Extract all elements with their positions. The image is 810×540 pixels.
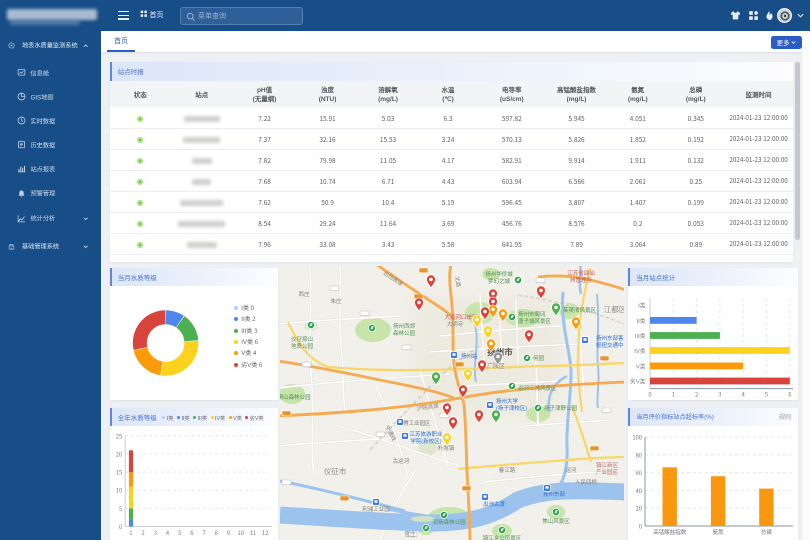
svg-text:II类: II类 bbox=[637, 316, 646, 325]
svg-text:100: 100 bbox=[633, 433, 643, 442]
svg-text:古运河: 古运河 bbox=[393, 457, 410, 465]
svg-text:西庄: 西庄 bbox=[298, 290, 310, 298]
svg-text:高锰酸盐指数: 高锰酸盐指数 bbox=[653, 528, 687, 536]
svg-text:0: 0 bbox=[119, 522, 122, 531]
svg-text:2: 2 bbox=[695, 390, 698, 399]
svg-text:60: 60 bbox=[636, 468, 642, 477]
svg-text:人民四桥: 人民四桥 bbox=[575, 478, 598, 486]
svg-text:何园: 何园 bbox=[533, 354, 545, 362]
svg-text:12: 12 bbox=[262, 528, 268, 537]
svg-text:10: 10 bbox=[116, 486, 122, 495]
svg-text:25: 25 bbox=[116, 431, 122, 440]
svg-text:枢纽交通中心: 枢纽交通中心 bbox=[596, 341, 624, 349]
svg-text:(扬子津校区): (扬子津校区) bbox=[496, 404, 527, 412]
svg-text:地质公园: 地质公园 bbox=[291, 342, 314, 350]
svg-text:1: 1 bbox=[129, 528, 132, 537]
svg-text:劣V类: 劣V类 bbox=[630, 376, 646, 385]
svg-text:4: 4 bbox=[742, 390, 746, 399]
svg-text:运河: 运河 bbox=[565, 466, 577, 474]
svg-text:朱庄: 朱庄 bbox=[330, 297, 342, 305]
svg-text:利浦工业园: 利浦工业园 bbox=[362, 505, 390, 513]
svg-text:0: 0 bbox=[649, 390, 652, 399]
svg-text:15: 15 bbox=[116, 468, 122, 477]
svg-text:扬子津野公园: 扬子津野公园 bbox=[544, 404, 578, 412]
svg-text:运河三湾风景区: 运河三湾风景区 bbox=[518, 384, 557, 392]
svg-text:铜山森林公园: 铜山森林公园 bbox=[280, 393, 311, 401]
svg-text:III类: III类 bbox=[635, 331, 646, 340]
svg-text:扬州站: 扬州站 bbox=[461, 352, 478, 360]
svg-text:IV类: IV类 bbox=[634, 346, 645, 355]
svg-text:森林公园: 森林公园 bbox=[393, 329, 416, 337]
svg-text:0: 0 bbox=[639, 522, 642, 531]
svg-text:茱萸湾风景区: 茱萸湾风景区 bbox=[563, 306, 597, 314]
svg-text:3: 3 bbox=[718, 390, 721, 399]
svg-text:6: 6 bbox=[788, 390, 791, 399]
svg-text:润扬森林公园: 润扬森林公园 bbox=[432, 518, 466, 526]
svg-text:瓜洲古渡: 瓜洲古渡 bbox=[483, 500, 506, 508]
svg-text:5: 5 bbox=[178, 528, 181, 537]
svg-text:大明寺: 大明寺 bbox=[447, 320, 464, 328]
svg-text:4: 4 bbox=[166, 528, 170, 537]
svg-text:焦山风景区: 焦山风景区 bbox=[542, 517, 570, 525]
svg-text:镇江金山风景区: 镇江金山风景区 bbox=[483, 534, 522, 540]
svg-text:1: 1 bbox=[672, 390, 675, 399]
svg-text:20: 20 bbox=[116, 449, 122, 458]
svg-text:梦幻之城: 梦幻之城 bbox=[488, 277, 511, 285]
svg-text:江都区: 江都区 bbox=[604, 304, 624, 315]
svg-text:20: 20 bbox=[636, 504, 642, 513]
svg-text:5: 5 bbox=[119, 504, 122, 513]
svg-text:6: 6 bbox=[190, 528, 193, 537]
svg-text:唐子城风景区: 唐子城风景区 bbox=[518, 317, 552, 325]
svg-text:3: 3 bbox=[153, 528, 156, 537]
svg-text:8: 8 bbox=[214, 528, 217, 537]
svg-text:V类: V类 bbox=[636, 361, 646, 370]
svg-text:5: 5 bbox=[765, 390, 768, 399]
svg-text:氨氮: 氨氮 bbox=[713, 528, 725, 536]
svg-text:80: 80 bbox=[636, 450, 642, 459]
svg-text:官庄: 官庄 bbox=[404, 530, 416, 538]
svg-text:州管理所: 州管理所 bbox=[570, 276, 593, 284]
svg-text:春江路: 春江路 bbox=[499, 466, 516, 474]
svg-text:总磷: 总磷 bbox=[761, 528, 773, 536]
svg-text:I类: I类 bbox=[638, 301, 646, 310]
svg-text:40: 40 bbox=[636, 486, 642, 495]
svg-text:2: 2 bbox=[141, 528, 144, 537]
svg-text:仪征市: 仪征市 bbox=[324, 466, 347, 477]
svg-text:9: 9 bbox=[227, 528, 230, 537]
svg-text:11: 11 bbox=[249, 528, 255, 537]
svg-text:7: 7 bbox=[202, 528, 205, 537]
svg-text:10: 10 bbox=[237, 528, 243, 537]
svg-text:产业园区: 产业园区 bbox=[596, 468, 619, 476]
